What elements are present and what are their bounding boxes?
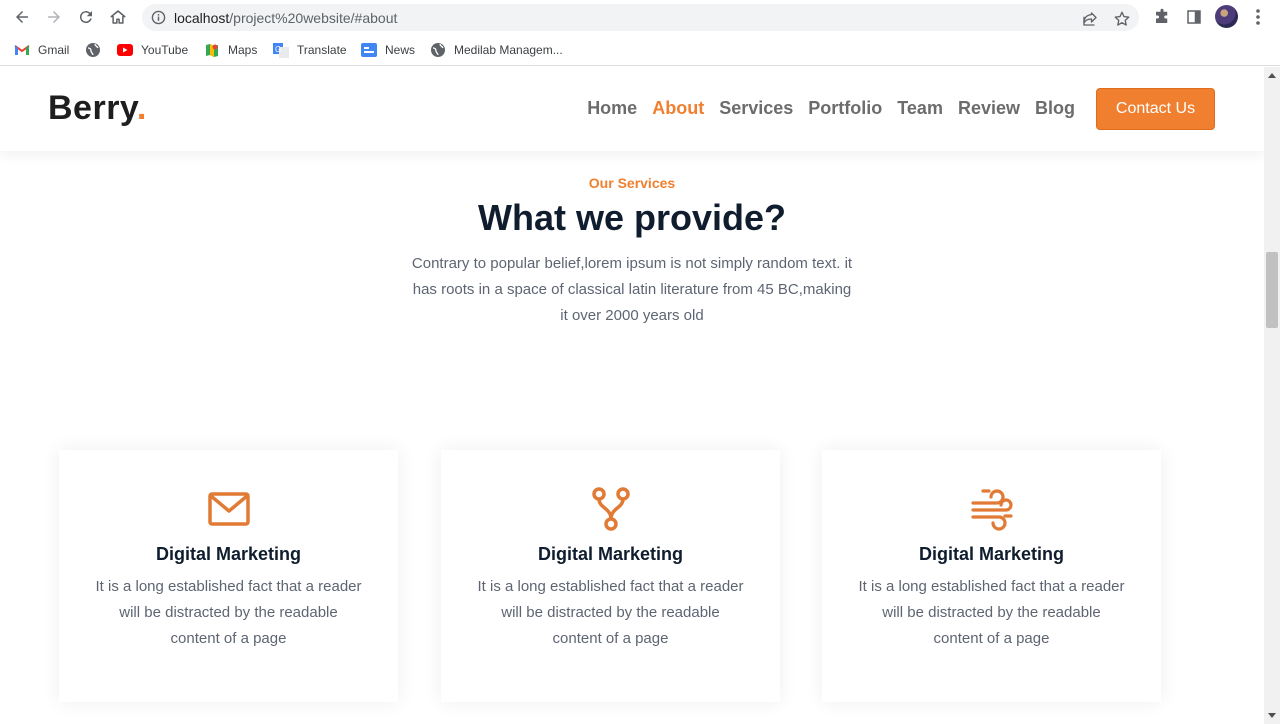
browser-toolbar: localhost/project%20website/#about xyxy=(0,0,1280,34)
service-card-title: Digital Marketing xyxy=(537,544,684,564)
service-card-text: It is a long established fact that a rea… xyxy=(95,578,362,647)
service-card: Digital Marketing It is a long establish… xyxy=(822,450,1161,702)
service-card-text: It is a long established fact that a rea… xyxy=(858,578,1125,647)
service-card-title: Digital Marketing xyxy=(155,544,302,564)
url-host: localhost xyxy=(174,10,230,26)
reload-icon xyxy=(79,11,92,24)
gmail-icon xyxy=(14,42,30,58)
bookmark-label: Gmail xyxy=(38,43,70,57)
service-card-text: It is a long established fact that a rea… xyxy=(477,578,744,647)
extensions-icon[interactable] xyxy=(1153,8,1171,26)
bookmark-youtube[interactable]: YouTube xyxy=(117,41,188,59)
home-button[interactable] xyxy=(107,6,129,28)
url-path: /project%20website/#about xyxy=(229,10,398,26)
nav-review[interactable]: Review xyxy=(958,98,1020,119)
profile-avatar[interactable] xyxy=(1215,5,1238,28)
scroll-down-arrow-icon[interactable] xyxy=(1268,713,1276,718)
news-icon xyxy=(361,42,377,58)
forward-button[interactable] xyxy=(43,6,65,28)
bookmark-news[interactable]: News xyxy=(361,41,415,59)
nav-portfolio[interactable]: Portfolio xyxy=(808,98,882,119)
star-icon[interactable] xyxy=(1113,10,1131,28)
globe-icon xyxy=(430,42,446,58)
bookmark-label: Maps xyxy=(228,43,258,57)
bookmark-label: YouTube xyxy=(141,43,189,57)
service-card: Digital Marketing It is a long establish… xyxy=(59,450,398,702)
section-eyebrow: Our Services xyxy=(588,175,676,191)
contact-us-button[interactable]: Contact Us xyxy=(1096,88,1215,130)
services-intro: Our Services What we provide? Contrary t… xyxy=(0,175,1264,329)
scroll-up-arrow-icon[interactable] xyxy=(1268,73,1276,78)
site-logo[interactable]: Berry. xyxy=(48,89,147,128)
translate-icon: G xyxy=(273,42,289,58)
address-bar[interactable]: localhost/project%20website/#about xyxy=(142,4,1139,31)
bookmark-translate[interactable]: G Translate xyxy=(273,41,347,59)
section-description: Contrary to popular belief,lorem ipsum i… xyxy=(411,255,853,324)
back-button[interactable] xyxy=(11,6,33,28)
bookmarks-bar: Gmail YouTube Maps G Translate News Medi… xyxy=(0,34,1280,66)
branch-icon xyxy=(591,487,630,531)
scrollbar-thumb[interactable] xyxy=(1266,252,1278,328)
arrow-left-icon xyxy=(16,11,28,23)
more-menu-icon[interactable] xyxy=(1250,8,1266,26)
svg-text:G: G xyxy=(275,45,281,54)
wind-icon xyxy=(970,489,1013,531)
main-nav: Home About Services Portfolio Team Revie… xyxy=(587,98,1075,119)
maps-icon xyxy=(204,42,220,58)
youtube-icon xyxy=(117,42,133,58)
nav-about[interactable]: About xyxy=(652,98,704,119)
service-card: Digital Marketing It is a long establish… xyxy=(441,450,780,702)
bookmark-label: Translate xyxy=(297,43,347,57)
page-scrollbar[interactable] xyxy=(1264,67,1280,724)
nav-blog[interactable]: Blog xyxy=(1035,98,1075,119)
bookmark-label: News xyxy=(385,43,416,57)
nav-team[interactable]: Team xyxy=(897,98,943,119)
site-header: Berry. Home About Services Portfolio Tea… xyxy=(0,67,1264,151)
reload-button[interactable] xyxy=(75,6,97,28)
page-viewport: Berry. Home About Services Portfolio Tea… xyxy=(0,67,1264,724)
bookmark-maps[interactable]: Maps xyxy=(204,41,257,59)
bookmark-gmail[interactable]: Gmail xyxy=(14,41,69,59)
nav-services[interactable]: Services xyxy=(719,98,793,119)
service-card-title: Digital Marketing xyxy=(918,544,1065,564)
url-text: localhost/project%20website/#about xyxy=(174,10,397,26)
globe-icon xyxy=(85,42,101,58)
section-title: What we provide? xyxy=(477,197,787,238)
logo-text: Berry xyxy=(48,89,137,127)
home-icon xyxy=(110,10,126,24)
arrow-right-icon xyxy=(48,11,60,23)
envelope-icon xyxy=(207,492,250,526)
share-icon[interactable] xyxy=(1081,10,1099,28)
bookmark-globe[interactable] xyxy=(85,41,109,59)
info-icon xyxy=(151,10,166,25)
nav-home[interactable]: Home xyxy=(587,98,637,119)
bookmark-medilab[interactable]: Medilab Managem... xyxy=(430,41,563,59)
side-panel-icon[interactable] xyxy=(1185,8,1203,26)
bookmark-label: Medilab Managem... xyxy=(454,43,563,57)
logo-dot: . xyxy=(136,89,147,127)
